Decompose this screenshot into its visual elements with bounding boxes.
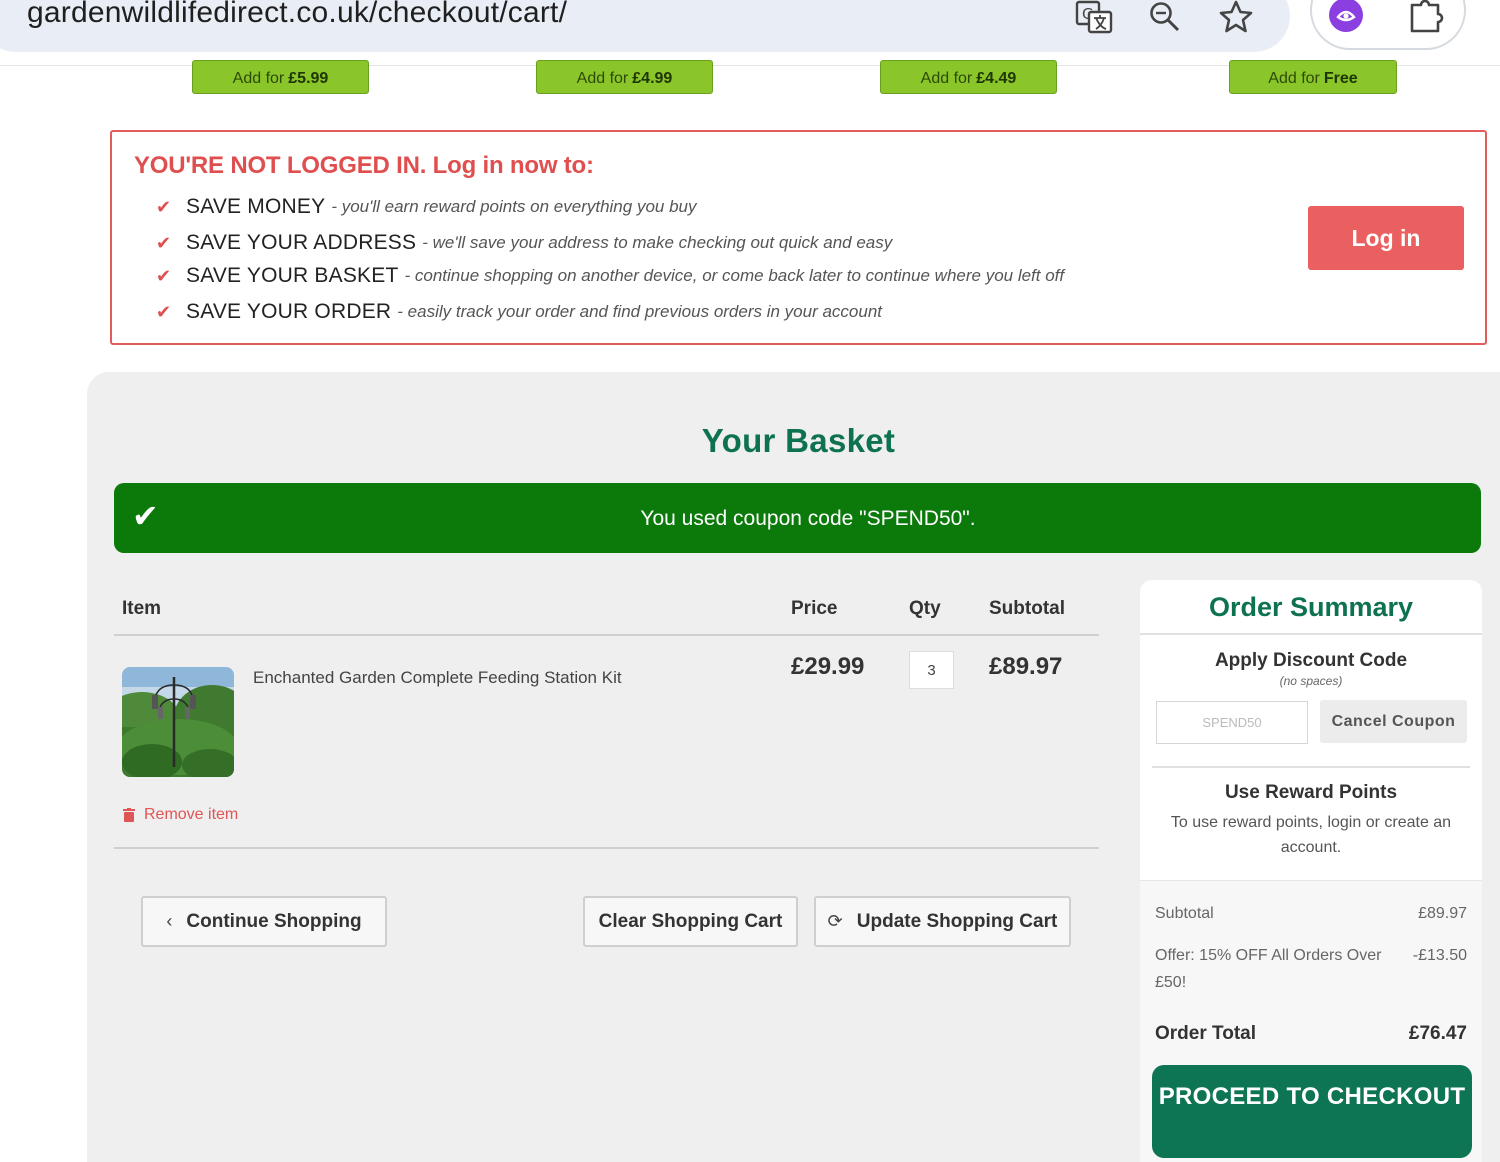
upsell-price: £4.99 xyxy=(632,70,673,87)
check-icon: ✔ xyxy=(156,196,172,217)
upsell-add-button[interactable]: Add for Free xyxy=(1229,60,1397,94)
reward-points-title: Use Reward Points xyxy=(1224,782,1398,803)
order-summary: Order Summary Apply Discount Code (no sp… xyxy=(1140,580,1482,1162)
upsell-add-button[interactable]: Add for £4.49 xyxy=(880,60,1057,94)
check-icon: ✔ xyxy=(156,232,172,253)
offer-label: Offer: 15% OFF All Orders Over £50! xyxy=(1155,947,1382,991)
trash-icon xyxy=(123,808,135,822)
benefit-description: - you'll earn reward points on everythin… xyxy=(331,197,697,216)
column-header-item: Item xyxy=(122,598,162,619)
upsell-prefix: Add for xyxy=(576,70,629,87)
divider xyxy=(1140,633,1482,635)
benefit-description: - easily track your order and find previ… xyxy=(397,302,883,321)
coupon-success-message: ✔ You used coupon code "SPEND50". xyxy=(114,483,1481,553)
order-total-value: £76.47 xyxy=(1408,1023,1467,1044)
browser-address-bar: gardenwildlifedirect.co.uk/checkout/cart… xyxy=(0,0,1500,66)
benefit-item: ✔ SAVE YOUR ADDRESS - we'll save your ad… xyxy=(156,228,892,258)
benefit-item: ✔ SAVE YOUR ORDER - easily track your or… xyxy=(156,297,882,327)
divider xyxy=(114,634,1099,636)
discount-code-title: Apply Discount Code xyxy=(1214,650,1408,671)
star-icon[interactable] xyxy=(1216,0,1256,34)
remove-item-link[interactable]: Remove item xyxy=(122,806,238,824)
clear-cart-label: Clear Shopping Cart xyxy=(598,910,783,932)
puzzle-icon[interactable] xyxy=(1408,0,1448,34)
remove-item-label: Remove item xyxy=(144,806,239,823)
order-total-label: Order Total xyxy=(1155,1023,1256,1044)
refresh-icon: ⟳ xyxy=(827,911,843,931)
upsell-prefix: Add for xyxy=(1268,70,1320,87)
order-total-row: Order Total £76.47 xyxy=(1155,1023,1467,1045)
login-button[interactable]: Log in xyxy=(1308,206,1464,270)
product-image[interactable] xyxy=(122,667,234,777)
login-prompt-title: YOU'RE NOT LOGGED IN. Log in now to: xyxy=(134,152,594,179)
divider xyxy=(114,847,1099,849)
order-summary-title: Order Summary xyxy=(1208,592,1414,622)
column-header-qty: Qty xyxy=(909,598,941,619)
upsell-price: Free xyxy=(1323,70,1358,87)
continue-shopping-label: Continue Shopping xyxy=(186,910,362,932)
product-name-link[interactable]: Enchanted Garden Complete Feeding Statio… xyxy=(253,668,622,688)
benefit-label: SAVE YOUR BASKET xyxy=(186,264,399,287)
clear-cart-button[interactable]: Clear Shopping Cart xyxy=(583,896,798,947)
offer-value: -£13.50 xyxy=(1412,947,1467,964)
benefit-description: - we'll save your address to make checki… xyxy=(422,233,893,252)
column-header-subtotal: Subtotal xyxy=(989,598,1065,619)
translate-icon[interactable]: G xyxy=(1074,0,1114,34)
upsell-prefix: Add for xyxy=(920,70,973,87)
item-subtotal: £89.97 xyxy=(989,653,1063,680)
chevron-left-icon: ‹ xyxy=(166,911,173,931)
upsell-add-button[interactable]: Add for £4.99 xyxy=(536,60,713,94)
proceed-to-checkout-button[interactable]: PROCEED TO CHECKOUT xyxy=(1152,1065,1472,1158)
subtotal-value: £89.97 xyxy=(1418,905,1467,922)
cancel-coupon-button[interactable]: Cancel Coupon xyxy=(1320,700,1467,743)
upsell-add-button[interactable]: Add for £5.99 xyxy=(192,60,369,94)
continue-shopping-button[interactable]: ‹ Continue Shopping xyxy=(141,896,387,947)
divider xyxy=(1152,766,1470,768)
login-prompt: YOU'RE NOT LOGGED IN. Log in now to: ✔ S… xyxy=(110,130,1487,345)
benefit-item: ✔ SAVE MONEY - you'll earn reward points… xyxy=(156,192,696,222)
zoom-icon[interactable] xyxy=(1145,0,1185,34)
benefit-item: ✔ SAVE YOUR BASKET - continue shopping o… xyxy=(156,261,1064,291)
check-icon: ✔ xyxy=(156,301,172,322)
benefit-label: SAVE YOUR ADDRESS xyxy=(186,231,417,254)
url-text: gardenwildlifedirect.co.uk/checkout/cart… xyxy=(27,0,568,29)
item-price: £29.99 xyxy=(791,653,865,680)
column-header-price: Price xyxy=(791,598,838,619)
upsell-prefix: Add for xyxy=(232,70,285,87)
upsell-price: £5.99 xyxy=(288,70,329,87)
subtotal-label: Subtotal xyxy=(1155,905,1214,922)
update-cart-button[interactable]: ⟳ Update Shopping Cart xyxy=(814,896,1071,947)
benefit-description: - continue shopping on another device, o… xyxy=(404,266,1065,285)
upsell-price: £4.49 xyxy=(976,70,1017,87)
extension-icon[interactable] xyxy=(1326,0,1366,34)
coupon-message-text: You used coupon code "SPEND50". xyxy=(640,507,976,530)
reward-points-text: To use reward points, login or create an… xyxy=(1170,814,1452,856)
discount-code-input[interactable]: SPEND50 xyxy=(1156,701,1308,744)
benefit-label: SAVE YOUR ORDER xyxy=(186,300,392,323)
discount-code-hint: (no spaces) xyxy=(1279,674,1343,688)
quantity-input[interactable]: 3 xyxy=(909,651,954,689)
update-cart-label: Update Shopping Cart xyxy=(856,910,1058,932)
benefit-label: SAVE MONEY xyxy=(186,195,326,218)
check-icon: ✔ xyxy=(156,265,172,286)
page-title: Your Basket xyxy=(701,422,896,459)
